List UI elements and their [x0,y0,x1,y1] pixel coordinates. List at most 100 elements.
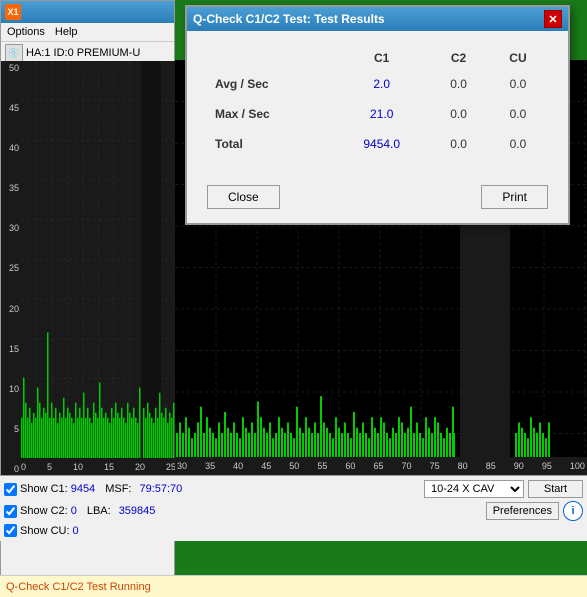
x-label-35: 35 [205,461,215,471]
y-axis: 50 45 40 35 30 25 20 15 10 5 0 [1,61,21,476]
bottom-controls: Show C1: 9454 MSF: 79:57:70 10-24 X CAV … [0,475,587,541]
menu-help[interactable]: Help [55,26,78,38]
dialog-close-button[interactable]: ✕ [544,10,562,28]
avg-c2: 0.0 [429,69,488,99]
app-titlebar: X1 [1,1,174,23]
x-label-50: 50 [289,461,299,471]
device-label: HA:1 ID:0 PREMIUM-U [26,47,140,59]
x-label-0: 0 [21,462,26,472]
chart-area: 50 45 40 35 30 25 20 15 10 5 0 [1,61,176,476]
show-c1-label: Show C1: [20,483,68,495]
y-label-30: 30 [1,223,21,233]
dialog-table: C1 C2 CU Avg / Sec 2.0 0.0 0.0 Max / Sec… [207,47,548,159]
bottom-row2: Show C2: 0 LBA: 359845 Preferences i [4,501,583,521]
menu-options[interactable]: Options [7,26,45,38]
x-label-80: 80 [458,461,468,471]
start-button[interactable]: Start [528,480,583,498]
x-label-75: 75 [430,461,440,471]
table-row-avg: Avg / Sec 2.0 0.0 0.0 [207,69,548,99]
max-c2: 0.0 [429,99,488,129]
x-label-10: 10 [73,462,83,472]
bottom-row1: Show C1: 9454 MSF: 79:57:70 10-24 X CAV … [4,480,583,498]
msf-value: 79:57:70 [139,483,182,495]
y-label-25: 25 [1,263,21,273]
x-label-45: 45 [261,461,271,471]
lba-section: LBA: 359845 [87,505,156,517]
y-label-20: 20 [1,304,21,314]
app-menu: Options Help [1,23,174,42]
x-label-65: 65 [373,461,383,471]
max-label: Max / Sec [207,99,334,129]
y-label-50: 50 [1,63,21,73]
total-c2: 0.0 [429,129,488,159]
table-row-total: Total 9454.0 0.0 0.0 [207,129,548,159]
x-label-95: 95 [542,461,552,471]
status-text: Q-Check C1/C2 Test Running [6,581,151,593]
y-label-5: 5 [1,424,21,434]
speed-select[interactable]: 10-24 X CAV 4-8 X CAV 8-16 X CAV 16-40 X… [424,480,524,498]
col-header-c2: C2 [429,47,488,69]
msf-section: MSF: 79:57:70 [105,483,182,495]
show-c1-item: Show C1: 9454 [4,483,95,496]
total-c1: 9454.0 [334,129,429,159]
info-button[interactable]: i [563,501,583,521]
show-c2-label: Show C2: [20,505,68,517]
x-axis: 0 5 10 15 20 25 [21,458,176,476]
status-bar: Q-Check C1/C2 Test Running [0,575,587,597]
show-c1-value: 9454 [71,483,95,495]
y-label-15: 15 [1,344,21,354]
x-label-30: 30 [177,461,187,471]
x-axis-labels-right: 30 35 40 45 50 55 60 65 70 75 80 85 90 9… [175,457,587,475]
avg-c1: 2.0 [334,69,429,99]
avg-label: Avg / Sec [207,69,334,99]
col-header-c1: C1 [334,47,429,69]
show-c2-item: Show C2: 0 [4,505,77,518]
dialog-title: Q-Check C1/C2 Test: Test Results [193,12,385,26]
bottom-row3: Show CU: 0 [4,524,583,537]
lba-label: LBA: [87,505,111,517]
max-c1: 21.0 [334,99,429,129]
right-controls-row2: Preferences i [165,501,583,521]
show-c2-checkbox[interactable] [4,505,17,518]
dialog-buttons: Close Print [187,175,568,223]
x-label-5: 5 [47,462,52,472]
x-label-100: 100 [570,461,585,471]
dialog-titlebar: Q-Check C1/C2 Test: Test Results ✕ [187,7,568,31]
lba-value: 359845 [119,505,156,517]
x-label-70: 70 [402,461,412,471]
dialog: Q-Check C1/C2 Test: Test Results ✕ C1 C2… [185,5,570,225]
show-cu-label: Show CU: [20,525,70,537]
print-button[interactable]: Print [481,185,548,209]
msf-label: MSF: [105,483,131,495]
y-label-10: 10 [1,384,21,394]
table-row-max: Max / Sec 21.0 0.0 0.0 [207,99,548,129]
close-button[interactable]: Close [207,185,280,209]
y-label-45: 45 [1,103,21,113]
dialog-content: C1 C2 CU Avg / Sec 2.0 0.0 0.0 Max / Sec… [187,31,568,175]
preferences-button[interactable]: Preferences [486,502,559,520]
avg-cu: 0.0 [488,69,548,99]
x-label-40: 40 [233,461,243,471]
max-cu: 0.0 [488,99,548,129]
show-c2-value: 0 [71,505,77,517]
total-label: Total [207,129,334,159]
chart-svg [21,61,176,458]
show-c1-checkbox[interactable] [4,483,17,496]
show-cu-value: 0 [73,525,79,537]
x-label-20: 20 [135,462,145,472]
right-controls-row1: 10-24 X CAV 4-8 X CAV 8-16 X CAV 16-40 X… [192,480,583,498]
col-header-empty [207,47,334,69]
col-header-cu: CU [488,47,548,69]
x-label-60: 60 [345,461,355,471]
x-label-55: 55 [317,461,327,471]
y-label-0: 0 [1,464,21,474]
y-label-40: 40 [1,143,21,153]
total-cu: 0.0 [488,129,548,159]
x-label-85: 85 [486,461,496,471]
x-label-15: 15 [104,462,114,472]
x-label-90: 90 [514,461,524,471]
device-icon: 💿 [5,44,23,62]
show-cu-item: Show CU: 0 [4,524,79,537]
app-icon: X1 [5,4,21,20]
show-cu-checkbox[interactable] [4,524,17,537]
